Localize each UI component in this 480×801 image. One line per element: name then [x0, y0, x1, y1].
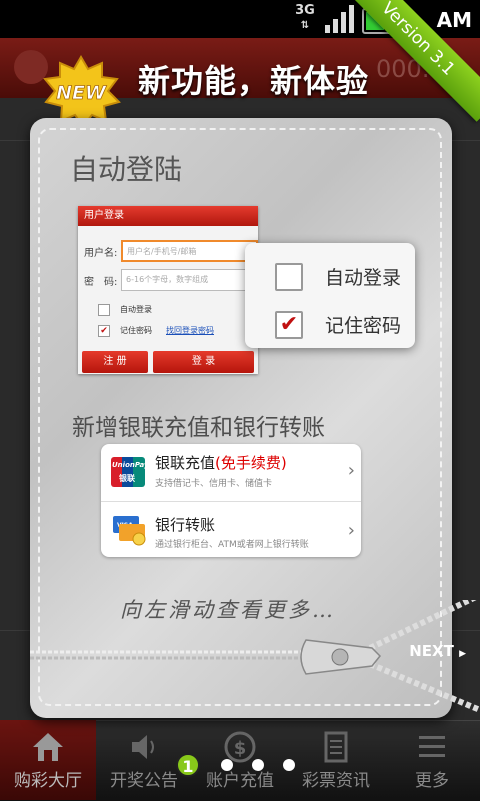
register-button[interactable]: 注 册 — [82, 351, 148, 373]
login-form-preview: 用户登录 用户名: 用户名/手机号/邮箱 密 码: 6-16个字母，数字组成 自… — [78, 206, 258, 374]
auto-login-label: 自动登录 — [120, 305, 152, 314]
password-label: 密 码: — [84, 277, 118, 288]
new-badge-text: NEW — [56, 82, 107, 104]
forgot-password-link[interactable]: 找回登录密码 — [166, 325, 214, 336]
more-icon — [414, 730, 450, 764]
pager-dot[interactable] — [283, 759, 295, 771]
tab-account-recharge[interactable]: $ 账户充值 — [192, 720, 288, 800]
zipper-graphic[interactable] — [0, 600, 480, 720]
remember-password-checkbox[interactable]: ✔ — [98, 325, 110, 337]
home-icon — [30, 730, 66, 764]
zoom-remember-label: 记住密码 — [325, 315, 402, 337]
auto-login-checkbox[interactable] — [98, 304, 110, 316]
zoom-remember-checkbox[interactable]: ✔ — [275, 311, 303, 339]
zoom-auto-login-checkbox[interactable] — [275, 263, 303, 291]
signal-strength-icon — [325, 5, 354, 33]
auto-login-title: 自动登陆 — [70, 153, 183, 186]
payment-options-list: UnionPay银联 银联充值(免手续费) 支持借记卡、信用卡、储值卡 › VI… — [101, 444, 361, 557]
pager-dot[interactable] — [221, 759, 233, 771]
network-3g-icon: 3G ⇅ — [295, 3, 315, 31]
tab-more[interactable]: 更多 — [384, 720, 480, 800]
speaker-icon — [126, 730, 162, 764]
username-label: 用户名: — [84, 248, 118, 259]
bank-transfer-row[interactable] — [101, 502, 361, 557]
zoom-auto-login-label: 自动登录 — [325, 267, 402, 289]
next-button[interactable]: NEXT ▶ — [409, 642, 466, 660]
username-input[interactable]: 用户名/手机号/邮箱 — [121, 240, 258, 262]
password-input[interactable]: 6-16个字母，数字组成 — [121, 269, 258, 291]
pager-dot[interactable] — [252, 759, 264, 771]
login-form-header: 用户登录 — [78, 206, 258, 226]
pager-dot-active[interactable]: 1 — [176, 753, 200, 777]
login-button[interactable]: 登 录 — [153, 351, 254, 373]
svg-text:$: $ — [234, 738, 247, 759]
tab-lottery-hall[interactable]: 购彩大厅 — [0, 720, 96, 800]
payments-title: 新增银联充值和银行转账 — [72, 415, 325, 441]
headline: 新功能，新体验 — [138, 62, 370, 100]
tab-lottery-news[interactable]: 彩票资讯 — [288, 720, 384, 800]
remember-password-label: 记住密码 — [120, 326, 152, 335]
clock: AM — [436, 8, 472, 32]
next-arrow-icon: ▶ — [459, 649, 466, 659]
zoomed-options-panel: 自动登录 ✔ 记住密码 — [245, 243, 415, 348]
new-badge-icon: NEW — [43, 55, 121, 127]
news-icon — [318, 730, 354, 764]
unionpay-recharge-row[interactable] — [101, 444, 361, 501]
